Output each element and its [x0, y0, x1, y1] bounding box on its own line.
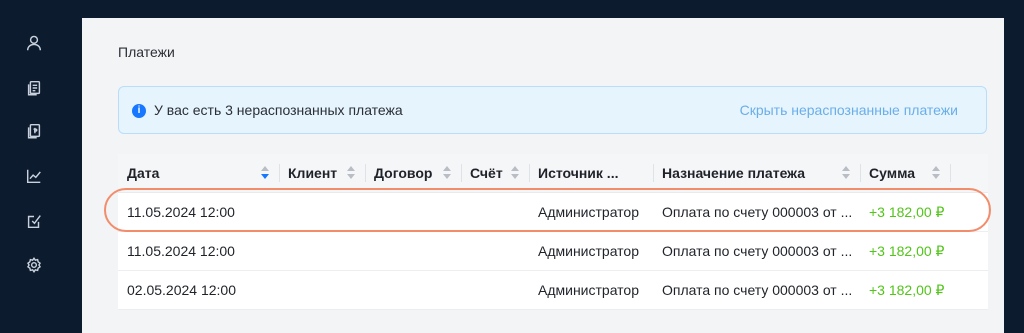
- cell-source: Администратор: [538, 204, 640, 220]
- documents-icon[interactable]: [22, 76, 46, 100]
- payments-table: Дата Клиент Договор Счёт Источник ... На…: [118, 154, 988, 310]
- cell-contract: [365, 193, 461, 231]
- user-icon[interactable]: [22, 31, 46, 55]
- page-title: Платежи: [118, 44, 175, 60]
- column-header-client[interactable]: Клиент: [279, 154, 365, 192]
- column-header-amount[interactable]: Сумма: [860, 154, 950, 192]
- invoice-icon[interactable]: [22, 119, 46, 143]
- cell-date: 02.05.2024 12:00: [127, 282, 236, 298]
- cell-invoice: [461, 271, 529, 309]
- cell-date: 11.05.2024 12:00: [127, 243, 235, 259]
- column-header-invoice[interactable]: Счёт: [461, 154, 529, 192]
- table-row[interactable]: 11.05.2024 12:00 Администратор Оплата по…: [118, 232, 988, 271]
- cell-date: 11.05.2024 12:00: [127, 204, 235, 220]
- column-header-date[interactable]: Дата: [118, 154, 279, 192]
- sort-icon[interactable]: [511, 165, 519, 181]
- column-header-purpose[interactable]: Назначение платежа: [653, 154, 860, 192]
- sort-icon[interactable]: [932, 165, 940, 181]
- main-content: Платежи i У вас есть 3 нераспознанных пл…: [82, 18, 1004, 333]
- column-label: Клиент: [288, 165, 338, 181]
- column-label: Дата: [127, 165, 160, 181]
- table-row[interactable]: 02.05.2024 12:00 Администратор Оплата по…: [118, 271, 988, 310]
- cell-source: Администратор: [538, 243, 640, 259]
- column-label: Договор: [374, 165, 433, 181]
- column-label: Сумма: [869, 165, 916, 181]
- checklist-icon[interactable]: [22, 209, 46, 233]
- cell-purpose: Оплата по счету 000003 от ...: [662, 204, 853, 220]
- cell-client: [279, 271, 365, 309]
- sort-icon[interactable]: [443, 165, 451, 181]
- sort-icon[interactable]: [347, 165, 355, 181]
- cell-client: [279, 193, 365, 231]
- column-header-source[interactable]: Источник ...: [529, 154, 653, 192]
- cell-invoice: [461, 232, 529, 270]
- settings-icon[interactable]: [22, 253, 46, 277]
- sidebar: [0, 0, 68, 333]
- cell-purpose: Оплата по счету 000003 от ...: [662, 282, 853, 298]
- column-label: Назначение платежа: [662, 165, 806, 181]
- top-bar: [68, 0, 1024, 18]
- column-label: Источник ...: [538, 165, 619, 181]
- cell-client: [279, 232, 365, 270]
- cell-contract: [365, 232, 461, 270]
- sort-icon[interactable]: [842, 165, 850, 181]
- cell-amount: +3 182,00 ₽: [869, 281, 945, 298]
- column-header-contract[interactable]: Договор: [365, 154, 461, 192]
- table-row[interactable]: 11.05.2024 12:00 Администратор Оплата по…: [118, 193, 988, 232]
- column-divider: [950, 164, 951, 182]
- sort-icon[interactable]: [261, 165, 269, 181]
- cell-amount: +3 182,00 ₽: [869, 203, 945, 220]
- cell-amount: +3 182,00 ₽: [869, 242, 945, 259]
- cell-source: Администратор: [538, 282, 640, 298]
- info-icon: i: [132, 104, 146, 118]
- cell-contract: [365, 271, 461, 309]
- cell-purpose: Оплата по счету 000003 от ...: [662, 243, 853, 259]
- chart-icon[interactable]: [22, 164, 46, 188]
- hide-unrecognized-link[interactable]: Скрыть нераспознанные платежи: [740, 102, 958, 118]
- cell-invoice: [461, 193, 529, 231]
- column-label: Счёт: [470, 165, 503, 181]
- unrecognized-payments-banner: i У вас есть 3 нераспознанных платежа Ск…: [118, 86, 987, 134]
- table-header: Дата Клиент Договор Счёт Источник ... На…: [118, 154, 988, 193]
- banner-message: У вас есть 3 нераспознанных платежа: [154, 102, 403, 118]
